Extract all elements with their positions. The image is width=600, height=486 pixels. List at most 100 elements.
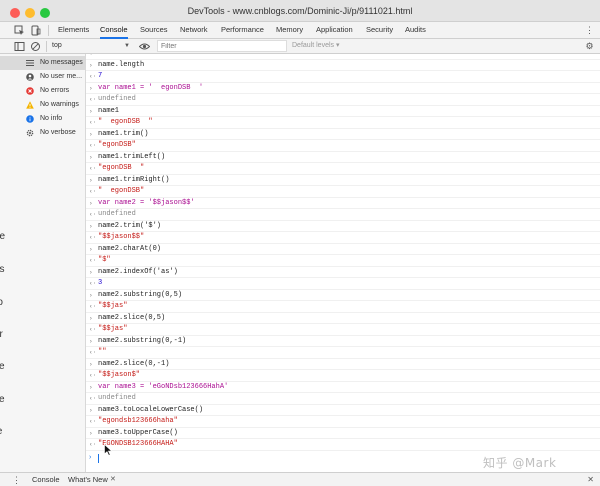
close-tab-icon[interactable]: ✕ <box>110 473 116 486</box>
background-text-fragment: se <box>0 361 5 372</box>
console-result-line[interactable]: ‹·undefined <box>86 393 600 405</box>
sidebar-item-user-messages[interactable]: No user me... <box>0 70 85 84</box>
tab-performance[interactable]: Performance <box>221 22 264 39</box>
tab-application[interactable]: Application <box>316 22 353 39</box>
input-chevron-icon: › <box>89 406 93 414</box>
result-arrow-icon: ‹· <box>89 303 97 310</box>
input-chevron-icon: › <box>89 61 93 69</box>
console-line-text: name1 <box>98 106 120 115</box>
console-result-line[interactable]: ‹· "egondsb123666haha" <box>86 416 600 428</box>
tab-audits[interactable]: Audits <box>405 22 426 39</box>
tab-security[interactable]: Security <box>366 22 393 39</box>
console-line-text: name2.indexOf('as') <box>98 267 178 276</box>
console-result-line[interactable]: ‹· "EGONDSB123666HAHA" <box>86 439 600 451</box>
log-levels-dropdown[interactable]: Default levels ▾ <box>292 40 339 52</box>
input-chevron-icon: › <box>89 153 93 161</box>
console-line-text: name2.slice(0,5) <box>98 313 166 322</box>
console-input-line[interactable]: › name1.trim() <box>86 129 600 140</box>
input-chevron-icon: › <box>89 199 93 207</box>
error-icon <box>26 87 34 95</box>
console-line-text: name.length <box>98 60 145 69</box>
tab-network[interactable]: Network <box>180 22 208 39</box>
close-drawer-icon[interactable]: ✕ <box>587 473 594 486</box>
info-icon <box>26 115 34 123</box>
console-result-line[interactable]: ‹· " egonDSB" <box>86 186 600 198</box>
console-line-text: "$$jas" <box>98 302 128 310</box>
result-arrow-icon: ‹· <box>89 142 97 149</box>
console-result-line[interactable]: ‹· "$" <box>86 255 600 267</box>
sidebar-item-messages[interactable]: No messages <box>0 56 85 70</box>
console-result-line[interactable]: ‹·undefined <box>86 209 600 221</box>
console-line-text: var name1 = ' egonDSB ' <box>98 83 204 92</box>
settings-gear-icon[interactable]: ⚙ <box>584 41 595 52</box>
console-input-line[interactable]: › name1 <box>86 106 600 117</box>
console-line-text: "egonDSB" <box>98 141 136 149</box>
background-text-fragment: er <box>0 329 3 340</box>
tab-console[interactable]: Console <box>100 22 128 39</box>
console-output[interactable]: ‹·undefined›name.length‹·7›var name1 = '… <box>86 54 600 472</box>
filter-input[interactable] <box>157 40 287 52</box>
console-result-line[interactable]: ‹· "$$jas" <box>86 324 600 336</box>
console-result-line[interactable]: ‹· "" <box>86 347 600 359</box>
drawer-tab-console[interactable]: Console <box>32 473 60 486</box>
console-input-line[interactable]: › name2.slice(0,5) <box>86 313 600 324</box>
device-toolbar-icon[interactable] <box>30 25 41 36</box>
console-input-line[interactable]: › name3.toLocaleLowerCase() <box>86 405 600 416</box>
console-line-text: name2.trim('$') <box>98 221 162 230</box>
sidebar-item-warnings[interactable]: No warnings <box>0 98 85 112</box>
console-drawer: ⋮ Console What's New ✕ ✕ <box>0 472 600 486</box>
input-chevron-icon: › <box>89 245 93 253</box>
drawer-menu-icon[interactable]: ⋮ <box>12 474 21 486</box>
console-input-line[interactable]: › var name1 = ' egonDSB ' <box>86 83 600 94</box>
console-input-caret[interactable] <box>98 454 99 463</box>
drawer-tab-whats-new[interactable]: What's New <box>68 473 108 486</box>
sidebar-item-errors[interactable]: No errors <box>0 84 85 98</box>
sidebar-item-info[interactable]: No info <box>0 112 85 126</box>
sidebar-item-verbose[interactable]: No verbose <box>0 126 85 140</box>
console-input-line[interactable]: › name2.trim('$') <box>86 221 600 232</box>
tab-memory[interactable]: Memory <box>276 22 303 39</box>
result-arrow-icon: ‹· <box>89 441 97 448</box>
console-input-line[interactable]: › name2.substring(0,5) <box>86 290 600 301</box>
console-input-line[interactable]: › name1.trimLeft() <box>86 152 600 163</box>
console-result-line[interactable]: ‹· "egonDSB" <box>86 140 600 152</box>
console-input-line[interactable]: › name2.substring(0,-1) <box>86 336 600 347</box>
inspect-element-icon[interactable] <box>14 25 25 36</box>
zhihu-watermark: 知乎 @Mark <box>483 456 557 470</box>
console-result-line[interactable]: ‹· "$$jason$$" <box>86 232 600 244</box>
console-input-line[interactable]: › name.length <box>86 60 600 71</box>
console-result-line[interactable]: ‹· "egonDSB " <box>86 163 600 175</box>
console-result-line[interactable]: ‹· " egonDSB " <box>86 117 600 129</box>
console-line-text: var name2 = '$$jason$$' <box>98 198 195 207</box>
devtools-tabbar: Elements Console Sources Network Perform… <box>0 22 600 39</box>
result-arrow-icon: ‹· <box>89 395 97 402</box>
sidebar-toggle-icon[interactable] <box>14 41 25 52</box>
console-line-text: 7 <box>98 72 103 80</box>
console-input-line[interactable]: › name1.trimRight() <box>86 175 600 186</box>
user-icon <box>26 73 34 81</box>
chevron-down-icon: ▼ <box>124 43 130 49</box>
console-line-text: name2.slice(0,-1) <box>98 359 170 368</box>
context-selector[interactable]: top ▼ <box>52 40 132 52</box>
clear-console-icon[interactable] <box>30 41 41 52</box>
input-chevron-icon: › <box>89 130 93 138</box>
console-input-line[interactable]: › name3.toUpperCase() <box>86 428 600 439</box>
eye-icon[interactable] <box>138 41 151 52</box>
console-result-line[interactable]: ‹· 7 <box>86 71 600 83</box>
console-result-line[interactable]: ‹· 3 <box>86 278 600 290</box>
console-result-line[interactable]: ‹·undefined <box>86 94 600 106</box>
result-arrow-icon: ‹· <box>89 280 97 287</box>
result-arrow-icon: ‹· <box>89 73 97 80</box>
console-input-line[interactable]: › var name2 = '$$jason$$' <box>86 198 600 209</box>
console-result-line[interactable]: ‹· "$$jas" <box>86 301 600 313</box>
console-input-line[interactable]: › name2.slice(0,-1) <box>86 359 600 370</box>
tab-sources[interactable]: Sources <box>140 22 168 39</box>
console-input-line[interactable]: › name2.charAt(0) <box>86 244 600 255</box>
more-options-icon[interactable]: ⋮ <box>584 25 595 36</box>
console-line-text: 3 <box>98 279 103 287</box>
console-input-line[interactable]: › name2.indexOf('as') <box>86 267 600 278</box>
console-input-line[interactable]: › var name3 = 'eGoNDsb123666HahA' <box>86 382 600 393</box>
console-result-line[interactable]: ‹· "$$jason$" <box>86 370 600 382</box>
tab-elements[interactable]: Elements <box>58 22 89 39</box>
result-arrow-icon: ‹· <box>89 326 97 333</box>
